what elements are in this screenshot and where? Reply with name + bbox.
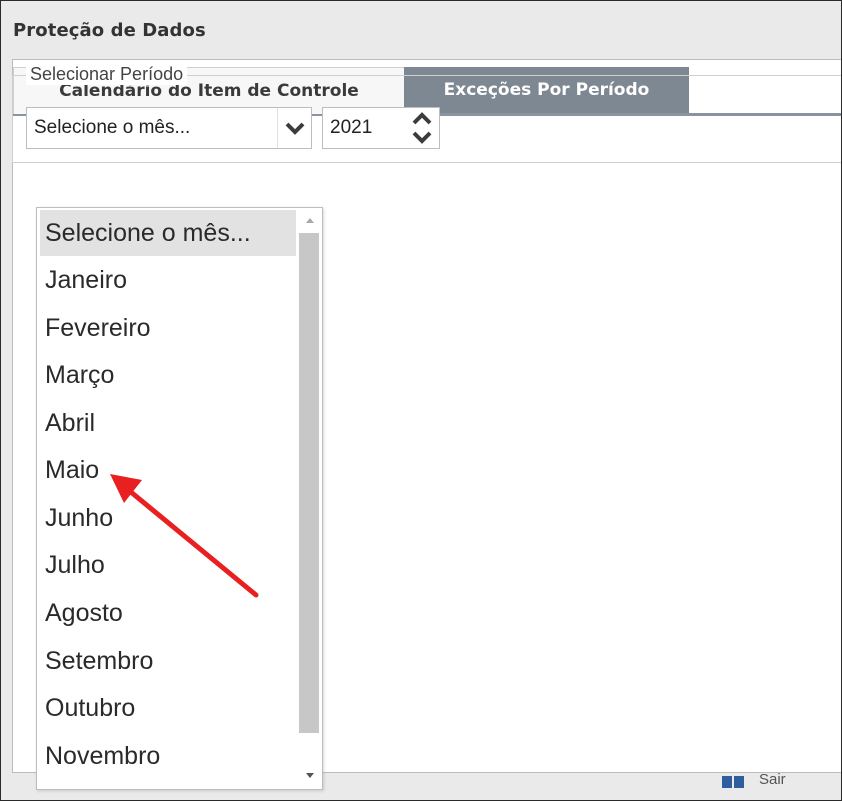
scroll-down-arrow-icon <box>299 764 321 788</box>
window-title: Proteção de Dados <box>13 20 206 41</box>
exit-icon <box>720 773 748 787</box>
month-select-value: Selecione o mês... <box>34 108 190 148</box>
scroll-up-arrow-icon <box>299 208 321 232</box>
month-option-janeiro[interactable]: Janeiro <box>40 257 296 303</box>
period-group-legend: Selecionar Período <box>26 64 187 85</box>
year-input[interactable]: 2021 <box>322 107 406 149</box>
exit-button[interactable]: Sair <box>759 771 786 788</box>
scroll-down-button[interactable] <box>299 764 321 788</box>
scroll-up-button[interactable] <box>299 208 321 232</box>
month-option-setembro[interactable]: Setembro <box>40 638 296 684</box>
month-option-abril[interactable]: Abril <box>40 400 296 446</box>
year-decrement-button[interactable] <box>405 128 439 148</box>
month-option-junho[interactable]: Junho <box>40 495 296 541</box>
month-option-fevereiro[interactable]: Fevereiro <box>40 305 296 351</box>
month-select-toggle[interactable] <box>277 108 312 148</box>
month-option-novembro[interactable]: Novembro <box>40 733 296 779</box>
month-option-maio[interactable]: Maio <box>40 447 296 493</box>
month-option-julho[interactable]: Julho <box>40 542 296 588</box>
month-option-outubro[interactable]: Outubro <box>40 685 296 731</box>
year-value: 2021 <box>330 108 372 148</box>
month-option-placeholder[interactable]: Selecione o mês... <box>40 210 296 256</box>
scrollbar-thumb[interactable] <box>299 233 319 733</box>
month-dropdown-list: Selecione o mês... Janeiro Fevereiro Mar… <box>36 207 323 790</box>
chevron-down-icon <box>278 108 312 148</box>
year-spinner <box>405 107 440 149</box>
month-option-marco[interactable]: Março <box>40 352 296 398</box>
month-select[interactable]: Selecione o mês... <box>26 107 312 149</box>
year-increment-button[interactable] <box>405 108 439 128</box>
month-option-agosto[interactable]: Agosto <box>40 590 296 636</box>
dropdown-scrollbar[interactable] <box>299 208 321 789</box>
chevron-up-icon <box>405 108 439 128</box>
chevron-down-icon <box>405 128 439 148</box>
